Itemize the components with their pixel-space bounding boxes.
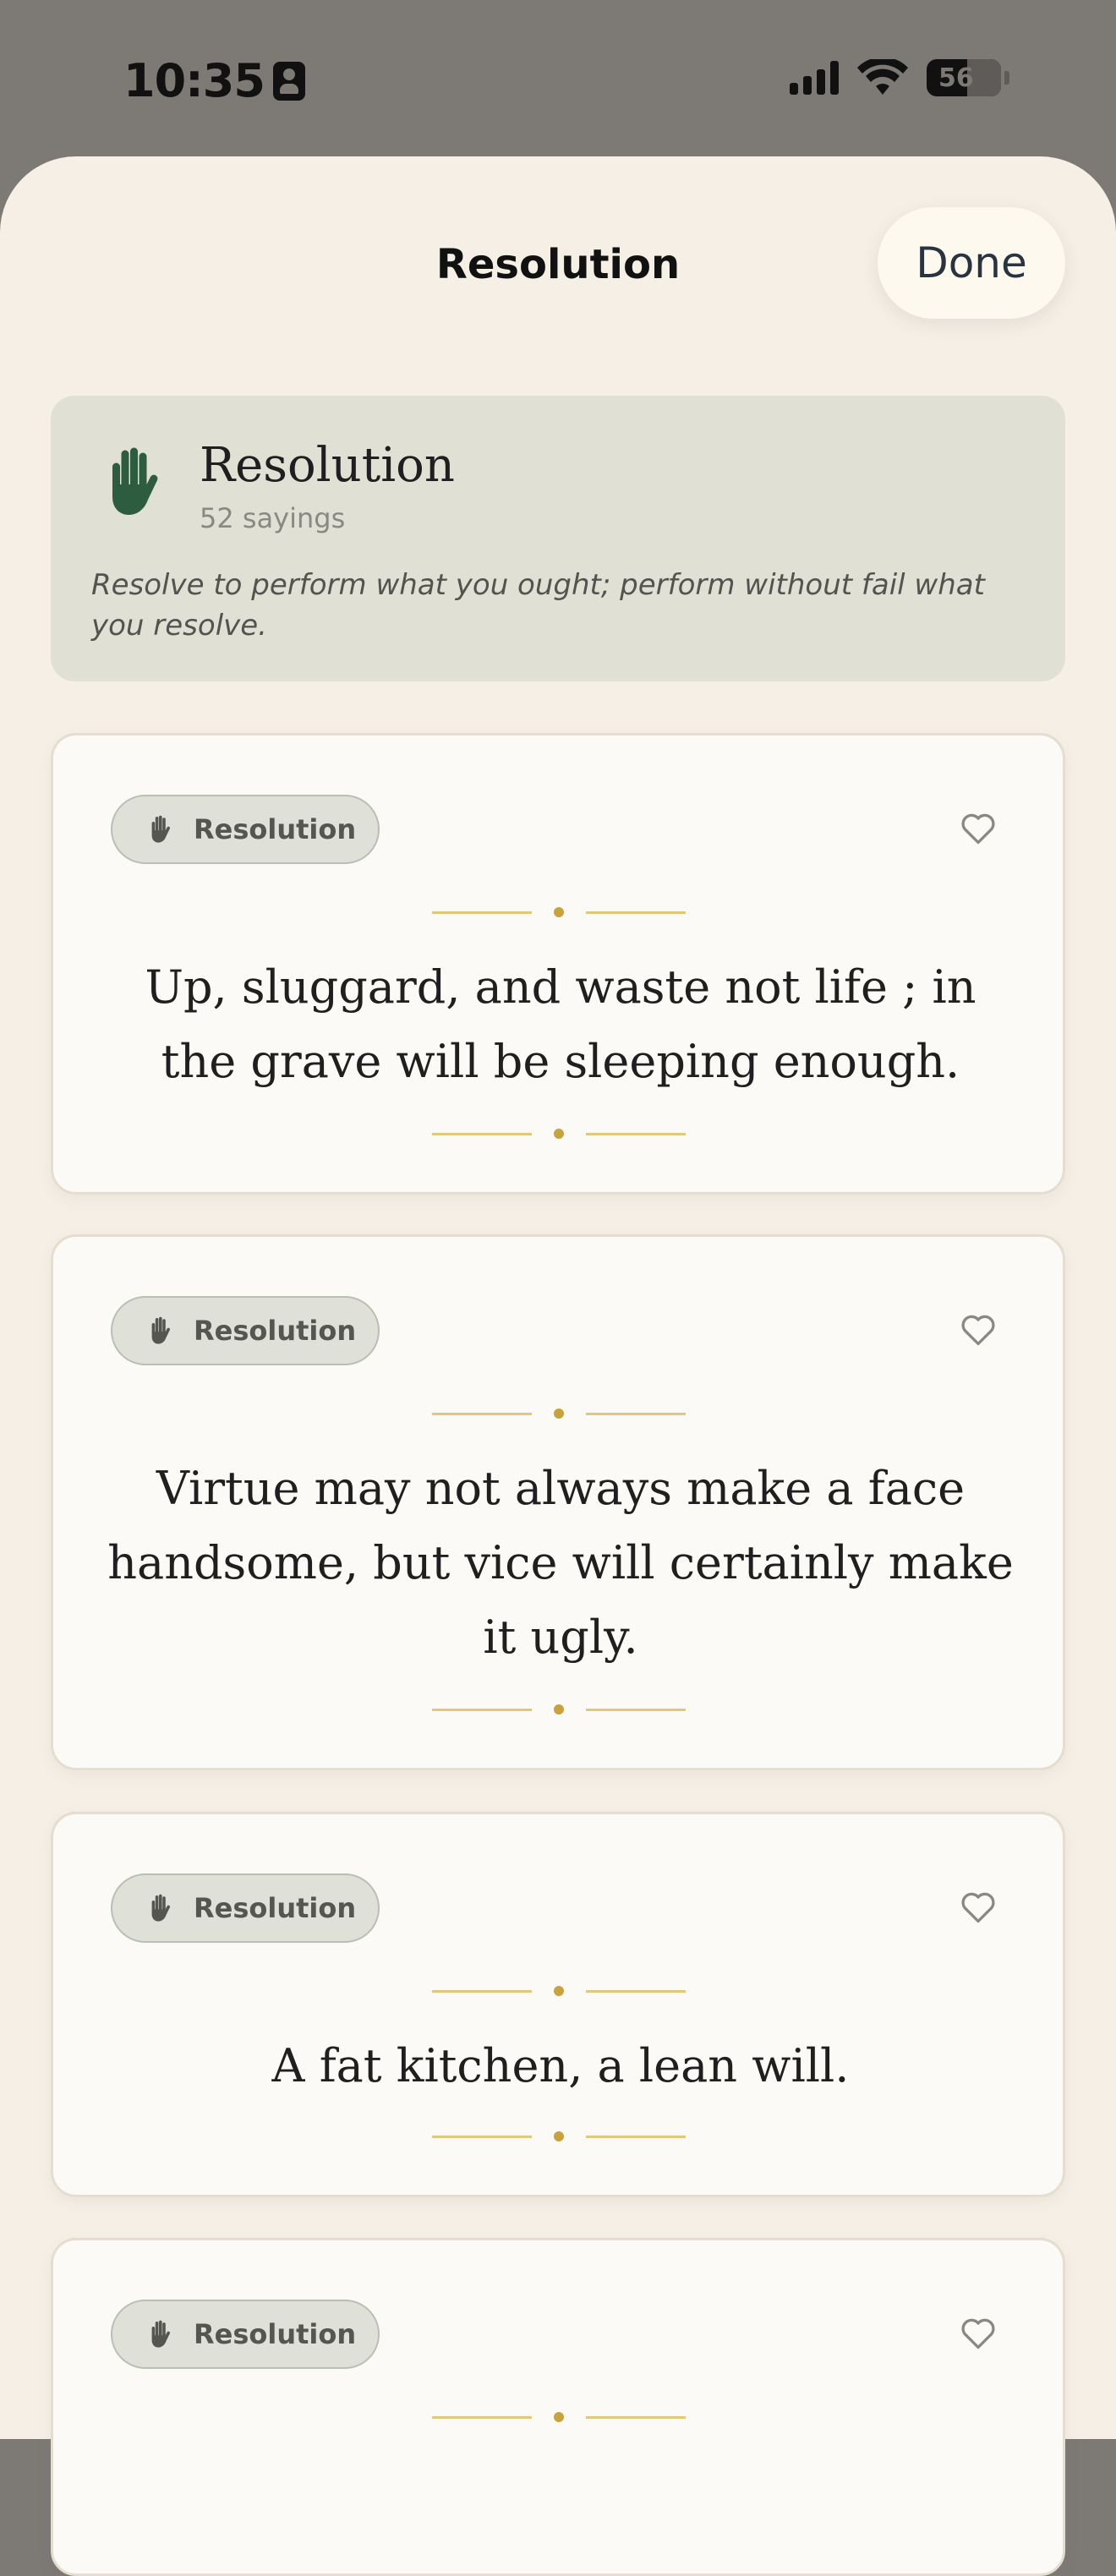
done-button[interactable]: Done [878,207,1065,319]
favorite-heart-button[interactable] [960,2315,997,2352]
favorite-heart-button[interactable] [960,810,997,847]
hand-icon [151,2320,170,2348]
saying-text: Virtue may not always make a face handso… [107,1462,1014,1664]
category-count: 52 sayings [200,502,346,534]
favorite-heart-button[interactable] [960,1311,997,1348]
ornament-divider [432,906,686,918]
tag-chip-label: Resolution [194,813,357,845]
hand-icon [151,815,170,843]
battery-level: 56 [938,63,974,93]
ornament-divider [432,1704,686,1715]
status-time-group: 10:35 [123,54,305,107]
category-name: Resolution [200,438,455,493]
focus-mode-icon [272,61,305,101]
tag-chip[interactable]: Resolution [111,2300,380,2369]
heart-icon [961,1892,995,1923]
hand-icon [151,1316,170,1344]
hand-icon [151,1894,170,1922]
category-header-card: Resolution 52 sayings Resolve to perform… [51,396,1065,681]
hand-icon [112,447,158,515]
ornament-divider [432,2130,686,2142]
tag-chip-label: Resolution [194,2318,357,2350]
cellular-signal-icon [790,61,839,95]
saying-text: Up, sluggard, and waste not life ; in th… [145,960,976,1088]
battery-cap [1004,71,1009,85]
heart-icon [961,2318,995,2349]
resolution-sheet: Resolution Done Resolution 52 sayings Re… [0,156,1116,2576]
saying-card[interactable]: Resolution [51,2238,1065,2576]
saying-text: A fat kitchen, a lean will. [271,2039,850,2092]
saying-card[interactable]: Resolution A fat kitchen, a lean will. [51,1812,1065,2197]
ornament-divider [432,2411,686,2423]
wifi-icon [857,59,908,95]
tag-chip-label: Resolution [194,1315,357,1347]
favorite-heart-button[interactable] [960,1889,997,1926]
category-description: Resolve to perform what you ought; perfo… [91,568,985,643]
heart-icon [961,813,995,845]
status-bar: 10:35 56 [0,0,1116,161]
heart-icon [961,1315,995,1346]
ornament-divider [432,1985,686,1997]
status-time: 10:35 [123,54,265,107]
saying-card[interactable]: Resolution Up, sluggard, and waste not l… [51,733,1065,1195]
saying-card[interactable]: Resolution Virtue may not always make a … [51,1234,1065,1770]
battery-icon: 56 [927,59,1001,96]
tag-chip[interactable]: Resolution [111,1296,380,1365]
status-indicators: 56 [790,59,1009,96]
tag-chip[interactable]: Resolution [111,795,380,864]
tag-chip-label: Resolution [194,1892,357,1924]
ornament-divider [432,1128,686,1140]
tag-chip[interactable]: Resolution [111,1873,380,1943]
ornament-divider [432,1408,686,1419]
